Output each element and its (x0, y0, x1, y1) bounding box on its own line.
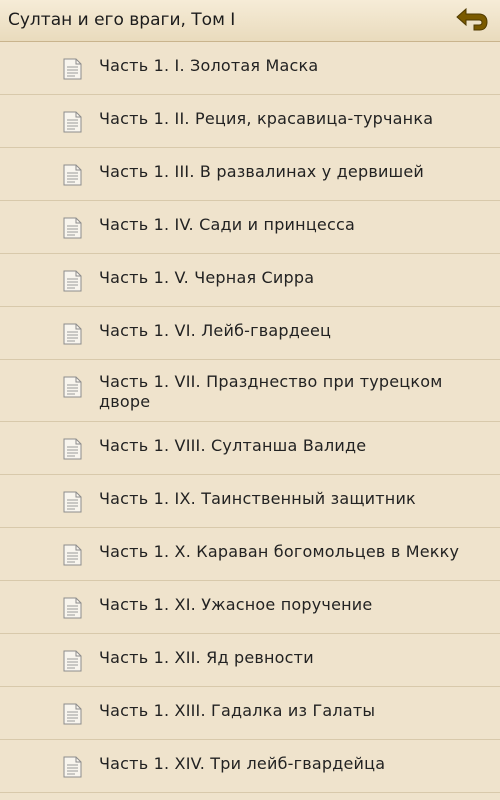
list-item[interactable]: Часть 1. XII. Яд ревности (0, 634, 500, 687)
list-item[interactable]: Часть 1. VIII. Султанша Валиде (0, 422, 500, 475)
back-arrow-icon (456, 7, 488, 31)
document-icon (63, 650, 82, 672)
list-item-label: Часть 1. XII. Яд ревности (99, 648, 314, 667)
list-item-label: Часть 1. II. Реция, красавица-турчанка (99, 109, 434, 128)
document-icon (63, 270, 82, 292)
list-item[interactable]: Часть 1. VII. Празднество при турецком д… (0, 360, 500, 422)
list-item-label: Часть 1. IV. Сади и принцесса (99, 215, 355, 234)
document-icon (63, 597, 82, 619)
list-item-label: Часть 1. X. Караван богомольцев в Мекку (99, 542, 460, 561)
document-icon (63, 703, 82, 725)
list-item[interactable]: Часть 1. IV. Сади и принцесса (0, 201, 500, 254)
list-item[interactable]: Часть 1. XIII. Гадалка из Галаты (0, 687, 500, 740)
list-item-label: Часть 1. V. Черная Сирра (99, 268, 315, 287)
document-icon (63, 756, 82, 778)
document-icon (63, 58, 82, 80)
document-icon (63, 376, 82, 398)
document-icon (63, 111, 82, 133)
back-button[interactable] (452, 4, 492, 38)
page-title: Султан и его враги, Том I (8, 10, 236, 30)
chapter-list: Часть 1. I. Золотая Маска Часть 1. II. Р… (0, 42, 500, 793)
list-item[interactable]: Часть 1. X. Караван богомольцев в Мекку (0, 528, 500, 581)
list-item-label: Часть 1. XIII. Гадалка из Галаты (99, 701, 376, 720)
list-item[interactable]: Часть 1. I. Золотая Маска (0, 42, 500, 95)
list-item-label: Часть 1. IX. Таинственный защитник (99, 489, 416, 508)
document-icon (63, 544, 82, 566)
document-icon (63, 438, 82, 460)
list-item-label: Часть 1. I. Золотая Маска (99, 56, 319, 75)
list-item-label: Часть 1. VI. Лейб-гвардеец (99, 321, 332, 340)
list-item[interactable]: Часть 1. VI. Лейб-гвардеец (0, 307, 500, 360)
list-item[interactable]: Часть 1. IX. Таинственный защитник (0, 475, 500, 528)
list-item[interactable]: Часть 1. XI. Ужасное поручение (0, 581, 500, 634)
document-icon (63, 491, 82, 513)
document-icon (63, 164, 82, 186)
list-item-label: Часть 1. XI. Ужасное поручение (99, 595, 373, 614)
list-item[interactable]: Часть 1. II. Реция, красавица-турчанка (0, 95, 500, 148)
list-item-label: Часть 1. VIII. Султанша Валиде (99, 436, 367, 455)
list-item-label: Часть 1. VII. Празднество при турецком д… (99, 372, 443, 411)
document-icon (63, 323, 82, 345)
list-item[interactable]: Часть 1. III. В развалинах у дервишей (0, 148, 500, 201)
list-item-label: Часть 1. III. В развалинах у дервишей (99, 162, 425, 181)
list-item-label: Часть 1. XIV. Три лейб-гвардейца (99, 754, 386, 773)
document-icon (63, 217, 82, 239)
list-item[interactable]: Часть 1. XIV. Три лейб-гвардейца (0, 740, 500, 793)
app-header: Султан и его враги, Том I (0, 0, 500, 42)
list-item[interactable]: Часть 1. V. Черная Сирра (0, 254, 500, 307)
